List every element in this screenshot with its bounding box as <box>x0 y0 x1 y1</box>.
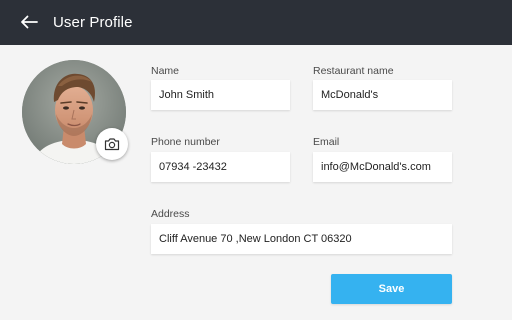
back-button[interactable] <box>18 11 40 33</box>
app-header: User Profile <box>0 0 512 45</box>
phone-label: Phone number <box>151 136 220 148</box>
name-field[interactable] <box>151 80 290 110</box>
name-label: Name <box>151 65 180 77</box>
page-title: User Profile <box>53 14 133 31</box>
email-label: Email <box>313 136 340 148</box>
camera-icon <box>104 138 120 151</box>
avatar-container <box>22 60 128 164</box>
address-field[interactable] <box>151 224 452 254</box>
save-button[interactable]: Save <box>331 274 452 304</box>
email-field[interactable] <box>313 152 452 182</box>
restaurant-name-label: Restaurant name <box>313 65 394 77</box>
change-photo-button[interactable] <box>96 128 128 160</box>
arrow-left-icon <box>21 15 38 29</box>
restaurant-name-field[interactable] <box>313 80 452 110</box>
address-label: Address <box>151 208 190 220</box>
phone-field[interactable] <box>151 152 290 182</box>
